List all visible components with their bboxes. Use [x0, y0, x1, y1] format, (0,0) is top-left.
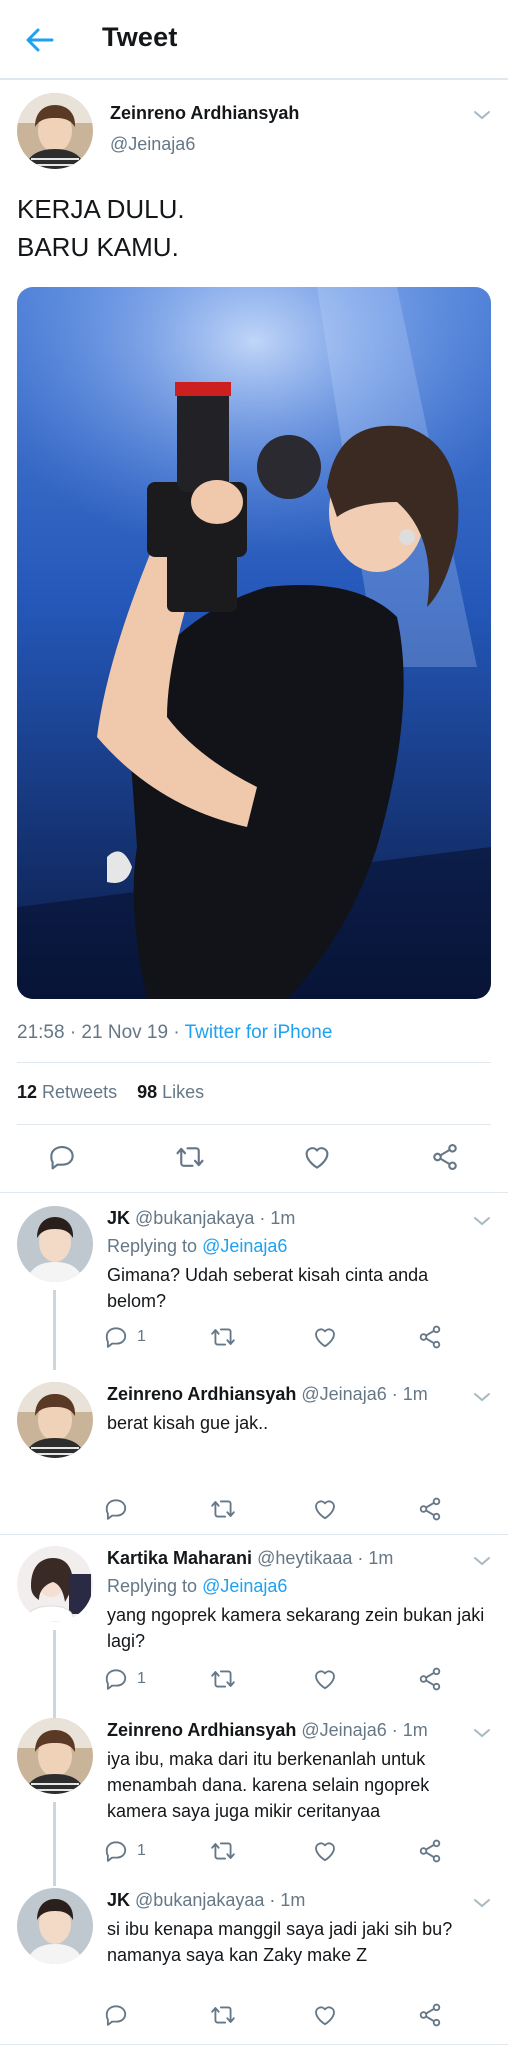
avatar[interactable] — [17, 1888, 93, 1964]
reply-count: 1 — [137, 1328, 146, 1345]
heart-icon[interactable] — [312, 2002, 338, 2028]
author-handle[interactable]: @heytikaaa · 1m — [257, 1548, 393, 1568]
chevron-down-icon[interactable] — [472, 1390, 492, 1404]
reply-actions: 1 — [0, 1324, 508, 1364]
retweet-icon[interactable] — [210, 2002, 236, 2028]
author-name[interactable]: Zeinreno Ardhiansyah — [110, 103, 299, 124]
share-icon[interactable] — [417, 1324, 443, 1350]
reply-icon[interactable] — [47, 1142, 77, 1172]
reply-icon[interactable] — [103, 2002, 129, 2028]
replying-to: Replying to @Jeinaja6 — [107, 1576, 287, 1597]
divider — [0, 2044, 508, 2045]
avatar[interactable] — [17, 1206, 93, 1282]
divider — [0, 1534, 508, 1535]
replying-to-link[interactable]: @Jeinaja6 — [202, 1576, 287, 1596]
reply-count: 1 — [137, 1842, 146, 1859]
main-tweet-actions — [0, 1142, 508, 1182]
top-app-bar: Tweet — [0, 0, 508, 80]
divider — [17, 1062, 491, 1063]
share-icon[interactable] — [417, 1666, 443, 1692]
reply-icon[interactable] — [103, 1496, 129, 1522]
retweet-icon[interactable] — [210, 1324, 236, 1350]
share-icon[interactable] — [417, 1496, 443, 1522]
heart-icon[interactable] — [312, 1666, 338, 1692]
chevron-down-icon[interactable] — [472, 1726, 492, 1740]
arrow-left-icon[interactable] — [22, 22, 58, 58]
retweet-icon[interactable] — [175, 1142, 205, 1172]
retweet-icon[interactable] — [210, 1496, 236, 1522]
reply-text: si ibu kenapa manggil saya jadi jaki sih… — [107, 1919, 453, 1965]
reply-text: berat kisah gue jak.. — [107, 1413, 269, 1433]
tweet-source-link[interactable]: Twitter for iPhone — [185, 1022, 333, 1043]
author-name[interactable]: JK — [107, 1208, 130, 1228]
avatar[interactable] — [17, 1546, 93, 1622]
reply-actions — [0, 1496, 508, 1536]
retweet-icon[interactable] — [210, 1666, 236, 1692]
divider — [17, 1124, 491, 1125]
chevron-down-icon[interactable] — [472, 1896, 492, 1910]
reply-icon[interactable] — [103, 1838, 129, 1864]
reply-count: 1 — [137, 1670, 146, 1687]
heart-icon[interactable] — [312, 1838, 338, 1864]
reply-icon[interactable] — [103, 1666, 129, 1692]
reply-header: Zeinreno Ardhiansyah @Jeinaja6 · 1m — [107, 1720, 428, 1741]
reply-actions: 1 — [0, 1666, 508, 1706]
retweets-count[interactable]: 12 — [17, 1082, 37, 1102]
reply-text: yang ngoprek kamera sekarang zein bukan … — [107, 1605, 485, 1651]
replying-to-label: Replying to — [107, 1236, 203, 1256]
tweet-photo[interactable] — [17, 287, 491, 999]
avatar[interactable] — [17, 1718, 93, 1794]
author-name[interactable]: Zeinreno Ardhiansyah — [107, 1384, 296, 1404]
reply-actions: 1 — [0, 1838, 508, 1878]
author-name[interactable]: Kartika Maharani — [107, 1548, 252, 1568]
tweet-text-line: KERJA DULU. — [17, 194, 185, 224]
replying-to: Replying to @Jeinaja6 — [107, 1236, 287, 1257]
author-name[interactable]: Zeinreno Ardhiansyah — [107, 1720, 296, 1740]
likes-count[interactable]: 98 — [137, 1082, 157, 1102]
retweet-icon[interactable] — [210, 1838, 236, 1864]
heart-icon[interactable] — [312, 1324, 338, 1350]
author-handle[interactable]: @bukanjakayaa · 1m — [135, 1890, 305, 1910]
tweet-meta: 21:58 · 21 Nov 19 · Twitter for iPhone — [17, 1022, 332, 1044]
author-name[interactable]: JK — [107, 1890, 130, 1910]
author-handle[interactable]: @Jeinaja6 · 1m — [301, 1384, 427, 1404]
reply-header: Kartika Maharani @heytikaaa · 1m — [107, 1548, 393, 1569]
retweets-label[interactable]: Retweets — [42, 1082, 117, 1102]
share-icon[interactable] — [417, 1838, 443, 1864]
reply-text: iya ibu, maka dari itu berkenanlah untuk… — [107, 1749, 430, 1821]
replying-to-label: Replying to — [107, 1576, 203, 1596]
share-icon[interactable] — [430, 1142, 460, 1172]
reply-actions — [0, 2002, 508, 2042]
author-handle[interactable]: @bukanjakaya · 1m — [135, 1208, 295, 1228]
heart-icon[interactable] — [312, 1496, 338, 1522]
reply-icon[interactable] — [103, 1324, 129, 1350]
page-title: Tweet — [102, 22, 178, 52]
tweet-text: KERJA DULU. BARU KAMU. — [17, 190, 185, 266]
chevron-down-icon[interactable] — [472, 1554, 492, 1568]
reply-text: Gimana? Udah seberat kisah cinta anda be… — [107, 1265, 429, 1311]
heart-icon[interactable] — [302, 1142, 332, 1172]
chevron-down-icon[interactable] — [472, 1214, 492, 1228]
author-handle[interactable]: @Jeinaja6 · 1m — [301, 1720, 427, 1740]
divider — [0, 1192, 508, 1193]
reply-header: JK @bukanjakaya · 1m — [107, 1208, 295, 1229]
tweet-timestamp: 21:58 · 21 Nov 19 · — [17, 1022, 185, 1043]
tweet-text-line: BARU KAMU. — [17, 232, 179, 262]
reply-header: JK @bukanjakayaa · 1m — [107, 1890, 305, 1911]
avatar[interactable] — [17, 93, 93, 169]
avatar[interactable] — [17, 1382, 93, 1458]
share-icon[interactable] — [417, 2002, 443, 2028]
tweet-stats: 12 Retweets 98 Likes — [17, 1082, 204, 1103]
chevron-down-icon[interactable] — [472, 108, 492, 122]
replying-to-link[interactable]: @Jeinaja6 — [202, 1236, 287, 1256]
author-handle[interactable]: @Jeinaja6 — [110, 134, 195, 155]
reply-header: Zeinreno Ardhiansyah @Jeinaja6 · 1m — [107, 1384, 428, 1405]
likes-label[interactable]: Likes — [162, 1082, 204, 1102]
